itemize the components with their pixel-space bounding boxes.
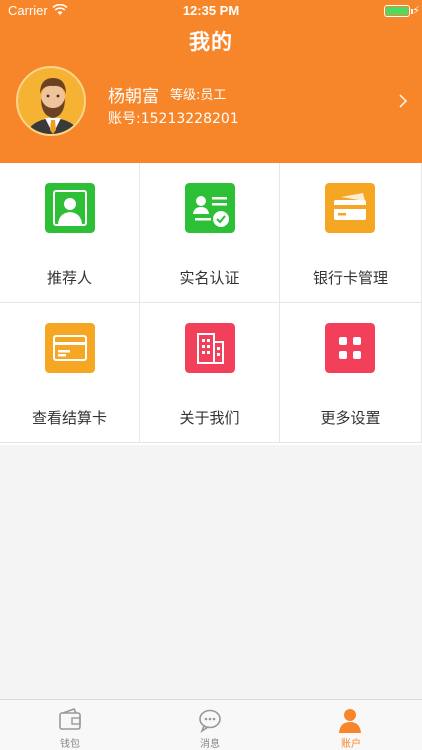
battery-icon: [384, 5, 410, 17]
chat-bubble-icon: [199, 709, 221, 733]
charging-icon: ⚡: [412, 4, 420, 17]
tab-label: 钱包: [60, 739, 80, 750]
menu-label: 银行卡管理: [312, 269, 388, 287]
menu-item-settlement-card[interactable]: 查看结算卡: [0, 303, 140, 443]
man-avatar-icon: [26, 78, 80, 134]
status-bar: Carrier 12:35 PM ⚡: [0, 0, 422, 22]
tab-label: 账户: [341, 739, 361, 750]
menu-grid: 推荐人 实名认证 银行卡管理 查看结算卡 关于我们 更多设置: [0, 163, 422, 445]
menu-item-more-settings[interactable]: 更多设置: [280, 303, 422, 443]
wallet-icon: [59, 708, 81, 730]
tab-messages[interactable]: 消息: [140, 700, 280, 750]
menu-item-bank-cards[interactable]: 银行卡管理: [280, 163, 422, 303]
settlement-card-icon: [45, 323, 95, 373]
page-title: 我的: [189, 30, 233, 54]
user-level: 等级:员工: [170, 88, 227, 103]
profile-header: Carrier 12:35 PM ⚡ 我的 杨朝富 等级:员工 账号:15213…: [0, 0, 422, 163]
chevron-right-icon[interactable]: [398, 93, 408, 109]
person-icon: [339, 709, 361, 733]
user-name: 杨朝富: [108, 87, 159, 107]
menu-label: 更多设置: [320, 409, 381, 427]
tab-wallet[interactable]: 钱包: [0, 700, 140, 750]
grid-settings-icon: [325, 323, 375, 373]
building-icon: [185, 323, 235, 373]
contact-card-icon: [45, 183, 95, 233]
menu-label: 实名认证: [179, 269, 240, 287]
avatar[interactable]: [16, 66, 86, 136]
menu-label: 关于我们: [179, 409, 240, 427]
menu-label: 推荐人: [46, 269, 92, 287]
tab-bar: 钱包 消息 账户: [0, 699, 422, 750]
user-account: 账号:15213228201: [108, 111, 239, 127]
bank-card-icon: [325, 183, 375, 233]
tab-account[interactable]: 账户: [280, 700, 422, 750]
menu-item-verification[interactable]: 实名认证: [140, 163, 280, 303]
menu-item-about-us[interactable]: 关于我们: [140, 303, 280, 443]
tab-label: 消息: [200, 739, 220, 750]
clock: 12:35 PM: [182, 3, 240, 18]
menu-item-referrer[interactable]: 推荐人: [0, 163, 140, 303]
id-verified-icon: [185, 183, 235, 233]
menu-label: 查看结算卡: [31, 409, 107, 427]
